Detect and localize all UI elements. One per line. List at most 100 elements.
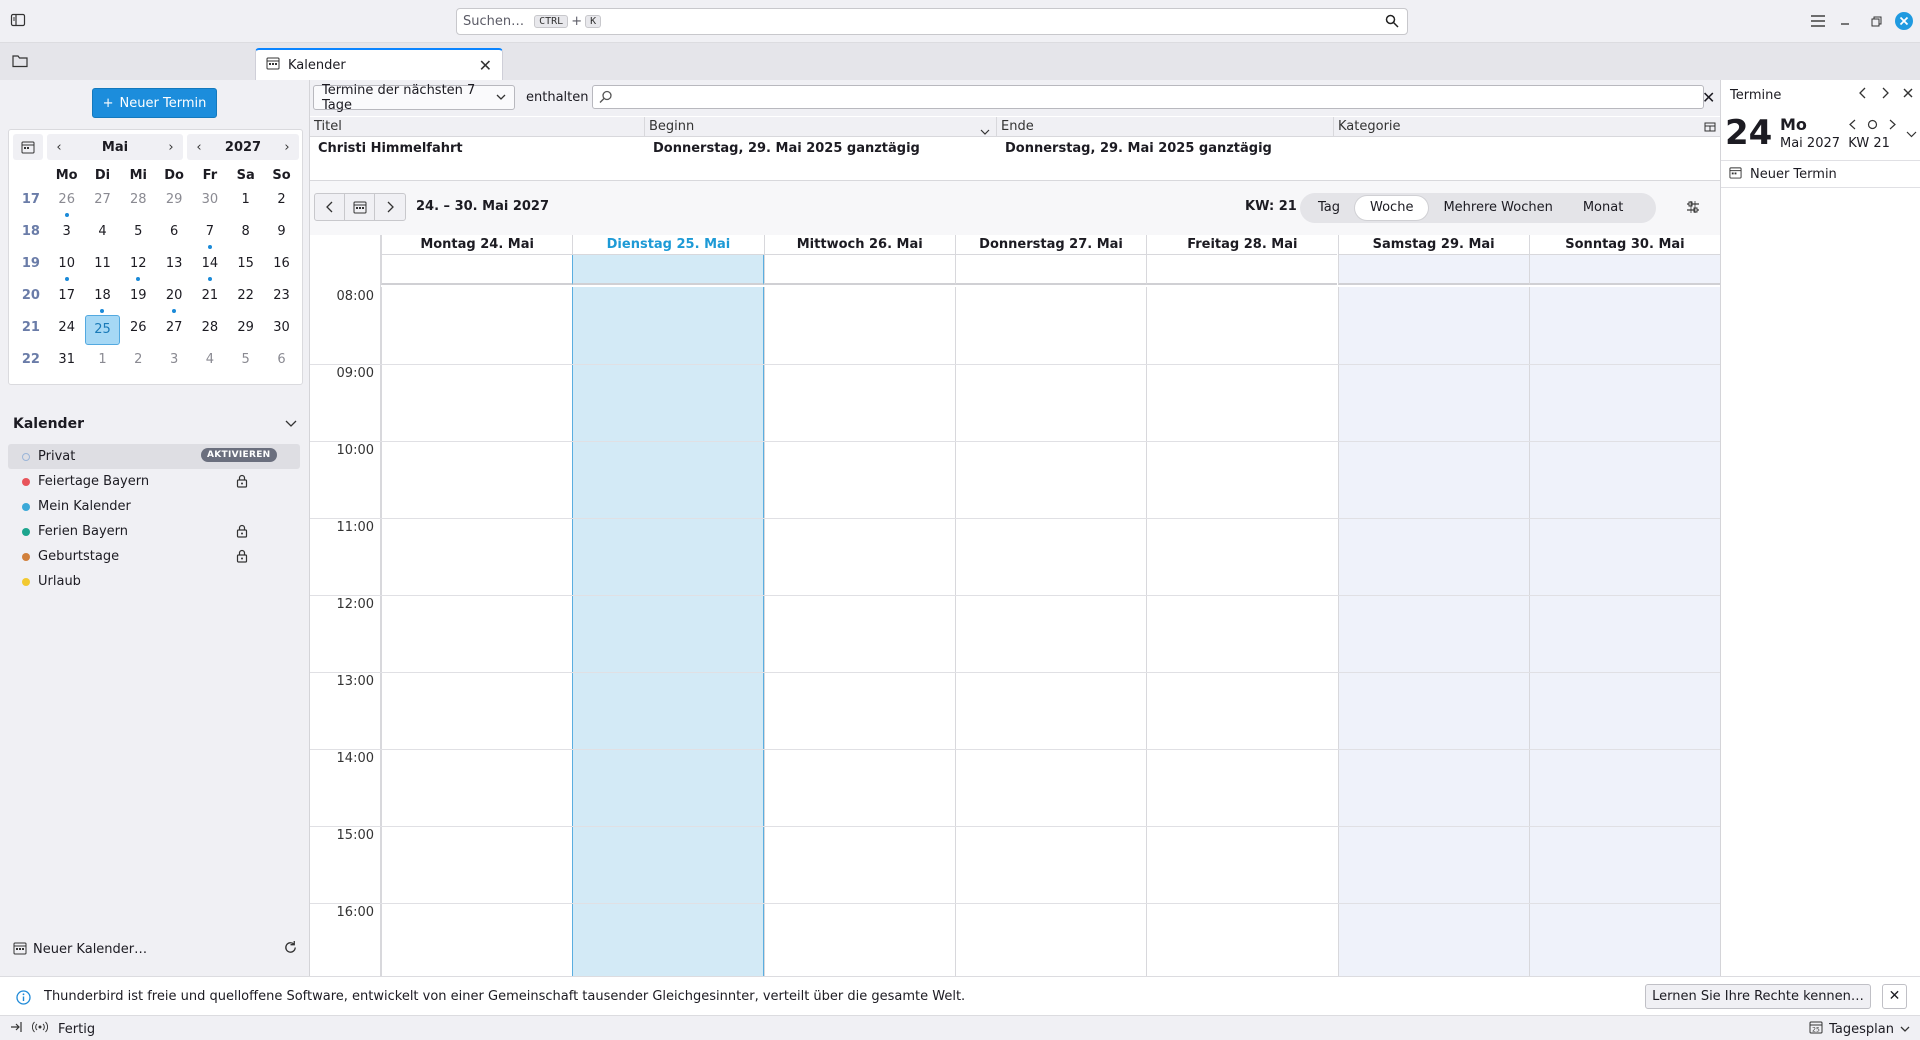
day-header[interactable]: Dienstag 25. Mai <box>572 235 764 255</box>
search-icon[interactable] <box>1385 14 1399 32</box>
prev-day-icon[interactable] <box>1849 119 1857 141</box>
chevron-down-icon[interactable] <box>285 416 297 432</box>
tab-calendar[interactable]: Kalender ✕ <box>255 48 503 80</box>
minimonth-day[interactable]: 26 <box>49 187 85 219</box>
calendar-item[interactable]: Ferien Bayern <box>8 519 300 544</box>
column-picker-icon[interactable] <box>1704 120 1716 139</box>
table-row[interactable]: Christi Himmelfahrt Donnerstag, 29. Mai … <box>310 138 1720 160</box>
close-icon[interactable] <box>1903 87 1913 103</box>
allday-cell[interactable] <box>1528 255 1720 285</box>
minimonth-day[interactable]: 5 <box>228 347 264 379</box>
new-calendar-button[interactable]: Neuer Kalender… <box>33 942 147 957</box>
day-header[interactable]: Samstag 29. Mai <box>1337 235 1529 255</box>
collapse-pane-icon[interactable] <box>10 1021 22 1037</box>
minimonth-day[interactable]: 20 <box>156 283 192 315</box>
minimonth-day[interactable]: 15 <box>228 251 264 283</box>
day-header[interactable]: Mittwoch 26. Mai <box>763 235 955 255</box>
calendar-add-icon[interactable] <box>13 941 27 959</box>
next-month-icon[interactable]: › <box>159 140 183 155</box>
minimonth-day[interactable]: 3 <box>156 347 192 379</box>
day-header[interactable]: Sonntag 30. Mai <box>1528 235 1720 255</box>
today-circle-icon[interactable] <box>1867 119 1878 141</box>
day-column[interactable] <box>572 287 764 977</box>
maximize-icon[interactable] <box>1865 10 1887 32</box>
close-icon[interactable]: ✕ <box>1702 88 1715 107</box>
today-calendar-icon[interactable] <box>13 134 43 160</box>
minimonth-day[interactable]: 8 <box>228 219 264 251</box>
view-tab[interactable]: Woche <box>1355 196 1429 220</box>
calendar-item[interactable]: Geburtstage <box>8 544 300 569</box>
minimonth-day[interactable]: 28 <box>192 315 228 347</box>
view-tab[interactable]: Monat <box>1568 196 1638 220</box>
day-column[interactable] <box>1146 287 1337 977</box>
sidebar-toggle-icon[interactable] <box>10 12 28 30</box>
calendar-item[interactable]: Privat AKTIVIEREN <box>8 444 300 469</box>
minimonth-day[interactable]: 30 <box>264 315 300 347</box>
minimonth-day[interactable]: 17 <box>49 283 85 315</box>
minimonth-day[interactable]: 29 <box>156 187 192 219</box>
online-status-icon[interactable] <box>31 1021 49 1037</box>
calendar-item[interactable]: Mein Kalender <box>8 494 300 519</box>
allday-cell[interactable] <box>954 255 1147 285</box>
minimonth-day[interactable]: 7 <box>192 219 228 251</box>
minimonth-day[interactable]: 12 <box>120 251 156 283</box>
minimonth-day[interactable]: 27 <box>156 315 192 347</box>
minimonth-day[interactable]: 16 <box>264 251 300 283</box>
minimonth-day[interactable]: 2 <box>120 347 156 379</box>
learn-rights-button[interactable]: Lernen Sie Ihre Rechte kennen… <box>1645 984 1871 1009</box>
minimonth-day[interactable]: 5 <box>120 219 156 251</box>
minimonth-day[interactable]: 24 <box>49 315 85 347</box>
day-header[interactable]: Donnerstag 27. Mai <box>954 235 1147 255</box>
next-week-icon[interactable] <box>375 194 405 220</box>
next-view-icon[interactable] <box>1881 87 1889 103</box>
today-icon[interactable] <box>345 194 375 220</box>
global-search-input[interactable]: Suchen… CTRL + K <box>456 8 1408 35</box>
minimonth-day[interactable]: 25 <box>84 315 121 345</box>
allday-cell[interactable] <box>1337 255 1529 285</box>
allday-cell[interactable] <box>572 255 764 285</box>
enable-badge[interactable]: AKTIVIEREN <box>201 448 277 462</box>
day-header[interactable]: Montag 24. Mai <box>381 235 573 255</box>
folder-icon[interactable] <box>12 54 28 72</box>
day-column[interactable] <box>763 287 955 977</box>
view-tab[interactable]: Tag <box>1303 196 1355 220</box>
column-end[interactable]: Ende <box>997 117 1334 136</box>
minimonth-day[interactable]: 31 <box>49 347 85 379</box>
close-notification-icon[interactable]: ✕ <box>1882 984 1907 1009</box>
minimonth-day[interactable]: 9 <box>264 219 300 251</box>
today-pane-new-event[interactable]: Neuer Termin <box>1721 160 1920 188</box>
minimonth-day[interactable]: 1 <box>85 347 121 379</box>
column-start[interactable]: Beginn <box>645 117 997 136</box>
minimonth-day[interactable]: 18 <box>85 283 121 315</box>
day-column[interactable] <box>954 287 1146 977</box>
refresh-icon[interactable] <box>283 940 298 959</box>
minimonth-day[interactable]: 28 <box>120 187 156 219</box>
minimonth-day[interactable]: 21 <box>192 283 228 315</box>
today-pane-mode[interactable]: 25 Tagesplan <box>1809 1020 1910 1038</box>
view-tab[interactable]: Mehrere Wochen <box>1428 196 1567 220</box>
close-window-icon[interactable] <box>1893 10 1915 32</box>
prev-view-icon[interactable] <box>1859 87 1867 103</box>
day-header[interactable]: Freitag 28. Mai <box>1146 235 1338 255</box>
allday-cell[interactable] <box>381 255 573 285</box>
minimonth-day[interactable]: 3 <box>49 219 85 251</box>
minimonth-day[interactable]: 2 <box>264 187 300 219</box>
new-event-button[interactable]: + Neuer Termin <box>92 88 217 118</box>
day-column[interactable] <box>1337 287 1529 977</box>
minimonth-day[interactable]: 26 <box>120 315 156 347</box>
prev-week-icon[interactable] <box>315 194 345 220</box>
minimonth-day[interactable]: 11 <box>85 251 121 283</box>
chevron-down-icon[interactable] <box>1906 127 1917 141</box>
minimonth-day[interactable]: 10 <box>49 251 85 283</box>
column-category[interactable]: Kategorie <box>1334 117 1720 136</box>
minimonth-day[interactable]: 13 <box>156 251 192 283</box>
calendar-item[interactable]: Feiertage Bayern <box>8 469 300 494</box>
prev-year-icon[interactable]: ‹ <box>187 140 211 155</box>
allday-cell[interactable] <box>763 255 955 285</box>
minimonth-day[interactable]: 6 <box>156 219 192 251</box>
prev-month-icon[interactable]: ‹ <box>47 140 71 155</box>
minimonth-day[interactable]: 6 <box>264 347 300 379</box>
column-title[interactable]: Titel <box>310 117 645 136</box>
event-search-input[interactable] <box>592 85 1704 109</box>
minimonth-day[interactable]: 4 <box>192 347 228 379</box>
